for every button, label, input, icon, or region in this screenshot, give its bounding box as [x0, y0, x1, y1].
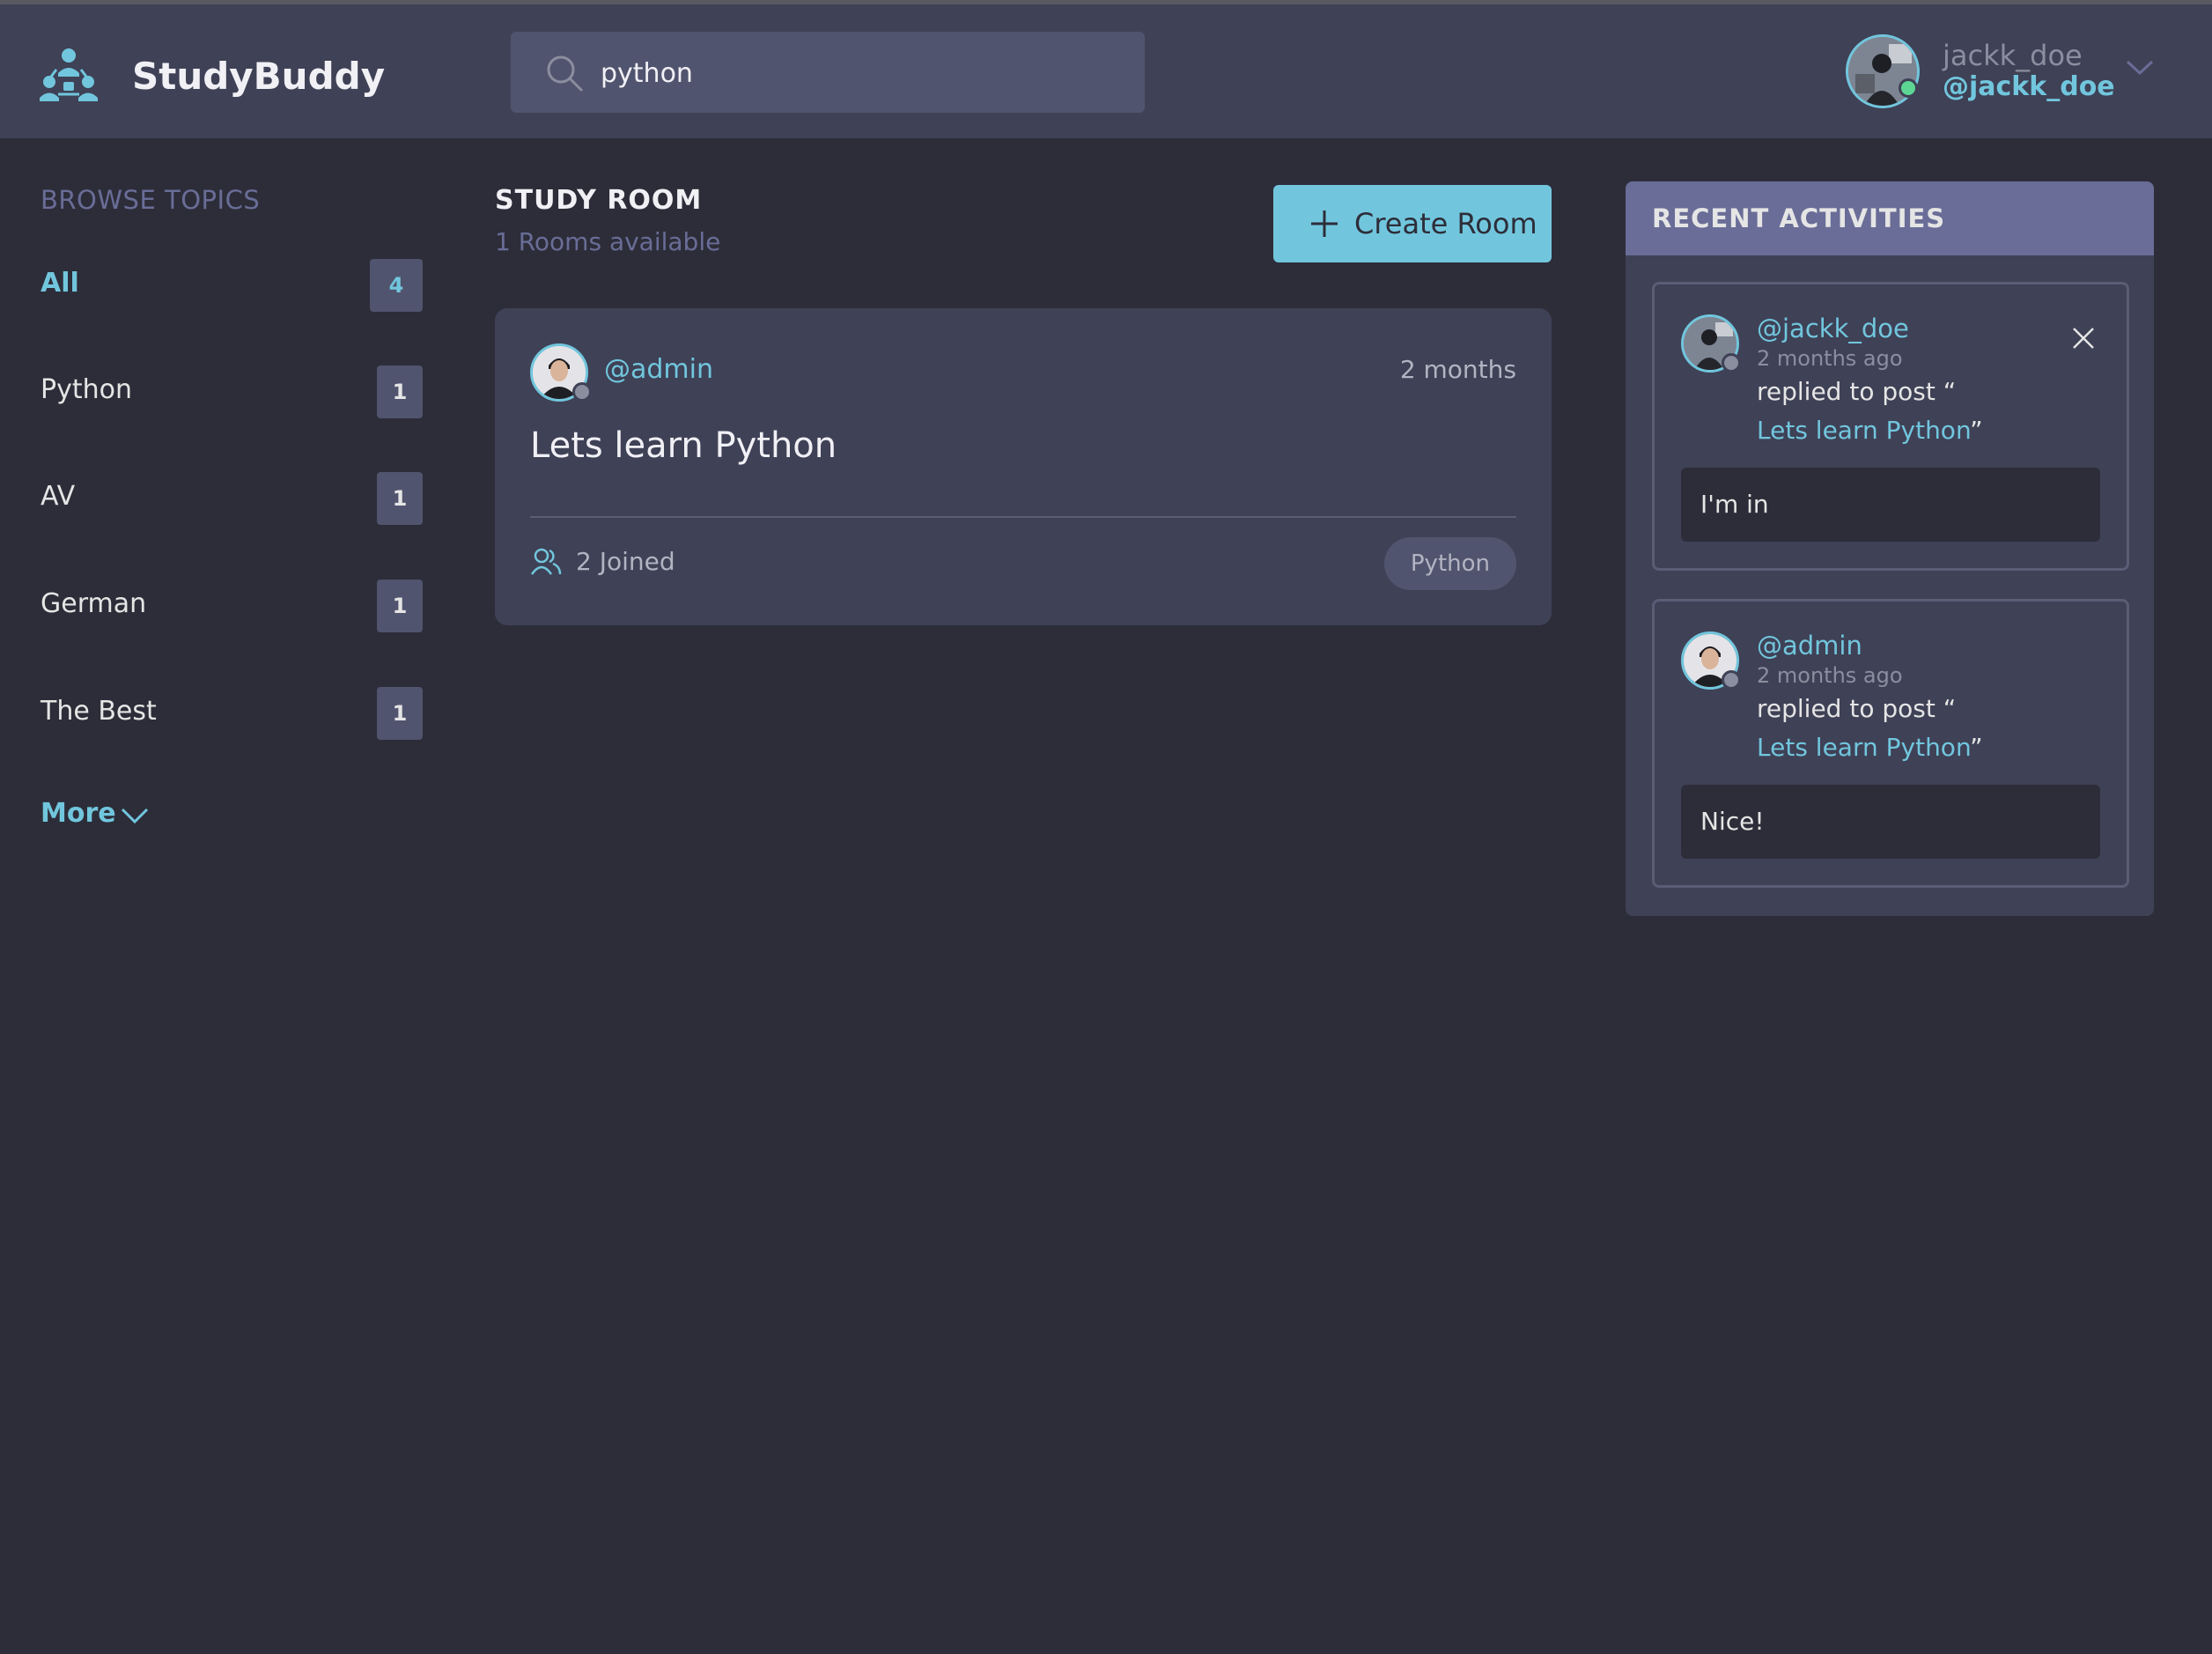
- chevron-down-icon[interactable]: [120, 805, 150, 826]
- topic-label: AV: [41, 481, 76, 512]
- topic-item-all[interactable]: All 4: [41, 259, 423, 312]
- create-room-button[interactable]: Create Room: [1273, 185, 1552, 262]
- activity-post-link[interactable]: Lets learn Python: [1757, 416, 1970, 445]
- topic-item-python[interactable]: Python 1: [41, 366, 423, 418]
- browse-topics-title: BROWSE TOPICS: [41, 185, 261, 215]
- room-time: 2 months: [1399, 355, 1516, 384]
- chevron-down-icon[interactable]: [2122, 54, 2157, 80]
- room-host-link[interactable]: @admin: [604, 351, 713, 389]
- user-display-name: jackk_doe: [1943, 39, 2083, 72]
- topic-count-badge: 1: [377, 472, 423, 525]
- activity-post-reference: Lets learn Python”: [1757, 413, 1983, 448]
- activities-title: RECENT ACTIVITIES: [1652, 203, 1946, 233]
- topic-count-badge: 1: [377, 687, 423, 740]
- search-input[interactable]: [599, 32, 1122, 114]
- activity-user-link[interactable]: @jackk_doe: [1757, 311, 1909, 346]
- topic-label: German: [41, 588, 147, 619]
- study-room-title: STUDY ROOM: [495, 185, 703, 216]
- user-handle[interactable]: @jackk_doe: [1943, 70, 2115, 105]
- closing-quote: ”: [1970, 733, 1983, 762]
- offline-status-dot: [1722, 353, 1741, 373]
- recent-activities-panel: RECENT ACTIVITIES @jackk_doe 2 months ag…: [1626, 181, 2154, 916]
- create-room-label: Create Room: [1354, 207, 1537, 240]
- plus-icon: [1311, 210, 1338, 237]
- activity-post-link[interactable]: Lets learn Python: [1757, 733, 1970, 762]
- users-group-logo-icon[interactable]: [37, 43, 100, 107]
- topic-count-badge: 1: [377, 366, 423, 418]
- activity-message: I'm in: [1681, 468, 2100, 542]
- activity-action: replied to post “: [1757, 377, 1957, 406]
- topic-label: All: [41, 268, 79, 299]
- divider: [530, 516, 1516, 518]
- app-name[interactable]: StudyBuddy: [132, 48, 385, 105]
- room-title-link[interactable]: Lets learn Python: [530, 419, 837, 472]
- topic-item-av[interactable]: AV 1: [41, 472, 423, 525]
- more-topics-link[interactable]: More: [41, 798, 116, 829]
- activity-time: 2 months ago: [1757, 663, 1903, 688]
- search-bar[interactable]: [511, 32, 1145, 114]
- topic-count-badge: 4: [370, 259, 423, 312]
- activity-user-link[interactable]: @admin: [1757, 628, 1862, 663]
- activity-time: 2 months ago: [1757, 346, 1903, 371]
- activity-item: @jackk_doe 2 months ago replied to post …: [1652, 282, 2129, 571]
- search-icon: [547, 55, 583, 92]
- joined-count: 2 Joined: [576, 547, 675, 576]
- activity-post-reference: Lets learn Python”: [1757, 730, 1983, 765]
- activity-item: @admin 2 months ago replied to post “ Le…: [1652, 599, 2129, 888]
- close-icon[interactable]: [2070, 325, 2097, 351]
- room-topic-tag[interactable]: Python: [1383, 537, 1516, 590]
- topic-item-german[interactable]: German 1: [41, 580, 423, 632]
- rooms-available-count: 1 Rooms available: [495, 227, 721, 256]
- online-status-dot: [1899, 78, 1918, 98]
- users-icon: [530, 548, 562, 575]
- activity-action: replied to post “: [1757, 694, 1957, 723]
- activities-header: RECENT ACTIVITIES: [1626, 181, 2154, 255]
- topic-label: The Best: [41, 696, 157, 727]
- offline-status-dot: [1722, 670, 1741, 690]
- topic-label: Python: [41, 374, 132, 405]
- top-header: StudyBuddy jackk_doe @jackk_doe: [0, 4, 2212, 138]
- offline-status-dot: [572, 382, 592, 402]
- closing-quote: ”: [1970, 416, 1983, 445]
- topic-count-badge: 1: [377, 580, 423, 632]
- activity-message: Nice!: [1681, 785, 2100, 859]
- room-card[interactable]: @admin 2 months Lets learn Python 2 Join…: [495, 308, 1552, 625]
- topic-item-the-best[interactable]: The Best 1: [41, 687, 423, 740]
